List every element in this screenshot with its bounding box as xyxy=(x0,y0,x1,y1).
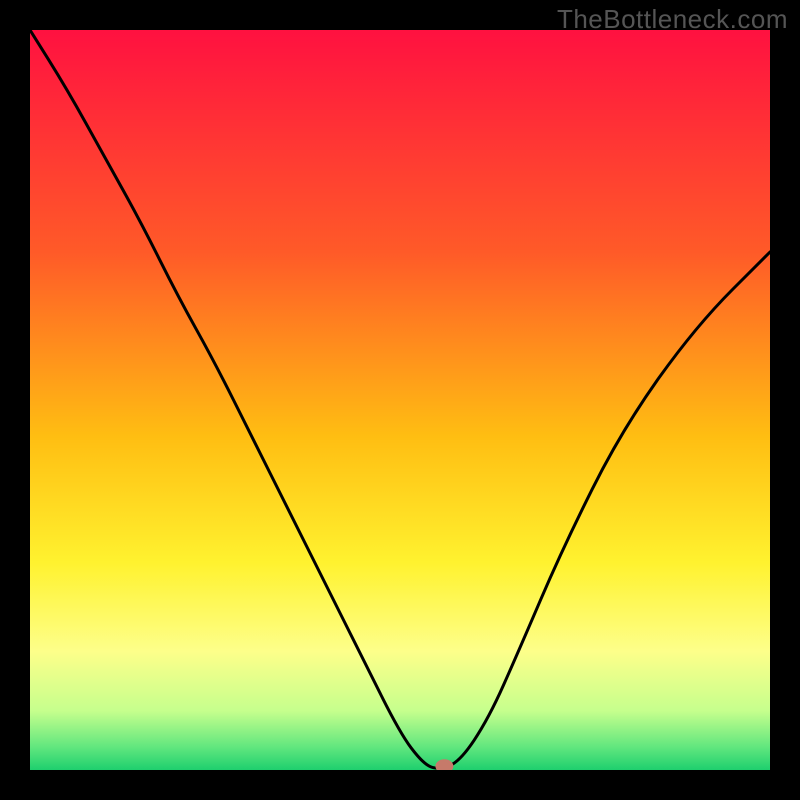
plot-area xyxy=(30,30,770,770)
gradient-background xyxy=(30,30,770,770)
chart-frame: TheBottleneck.com xyxy=(0,0,800,800)
chart-svg xyxy=(30,30,770,770)
watermark-text: TheBottleneck.com xyxy=(557,4,788,35)
